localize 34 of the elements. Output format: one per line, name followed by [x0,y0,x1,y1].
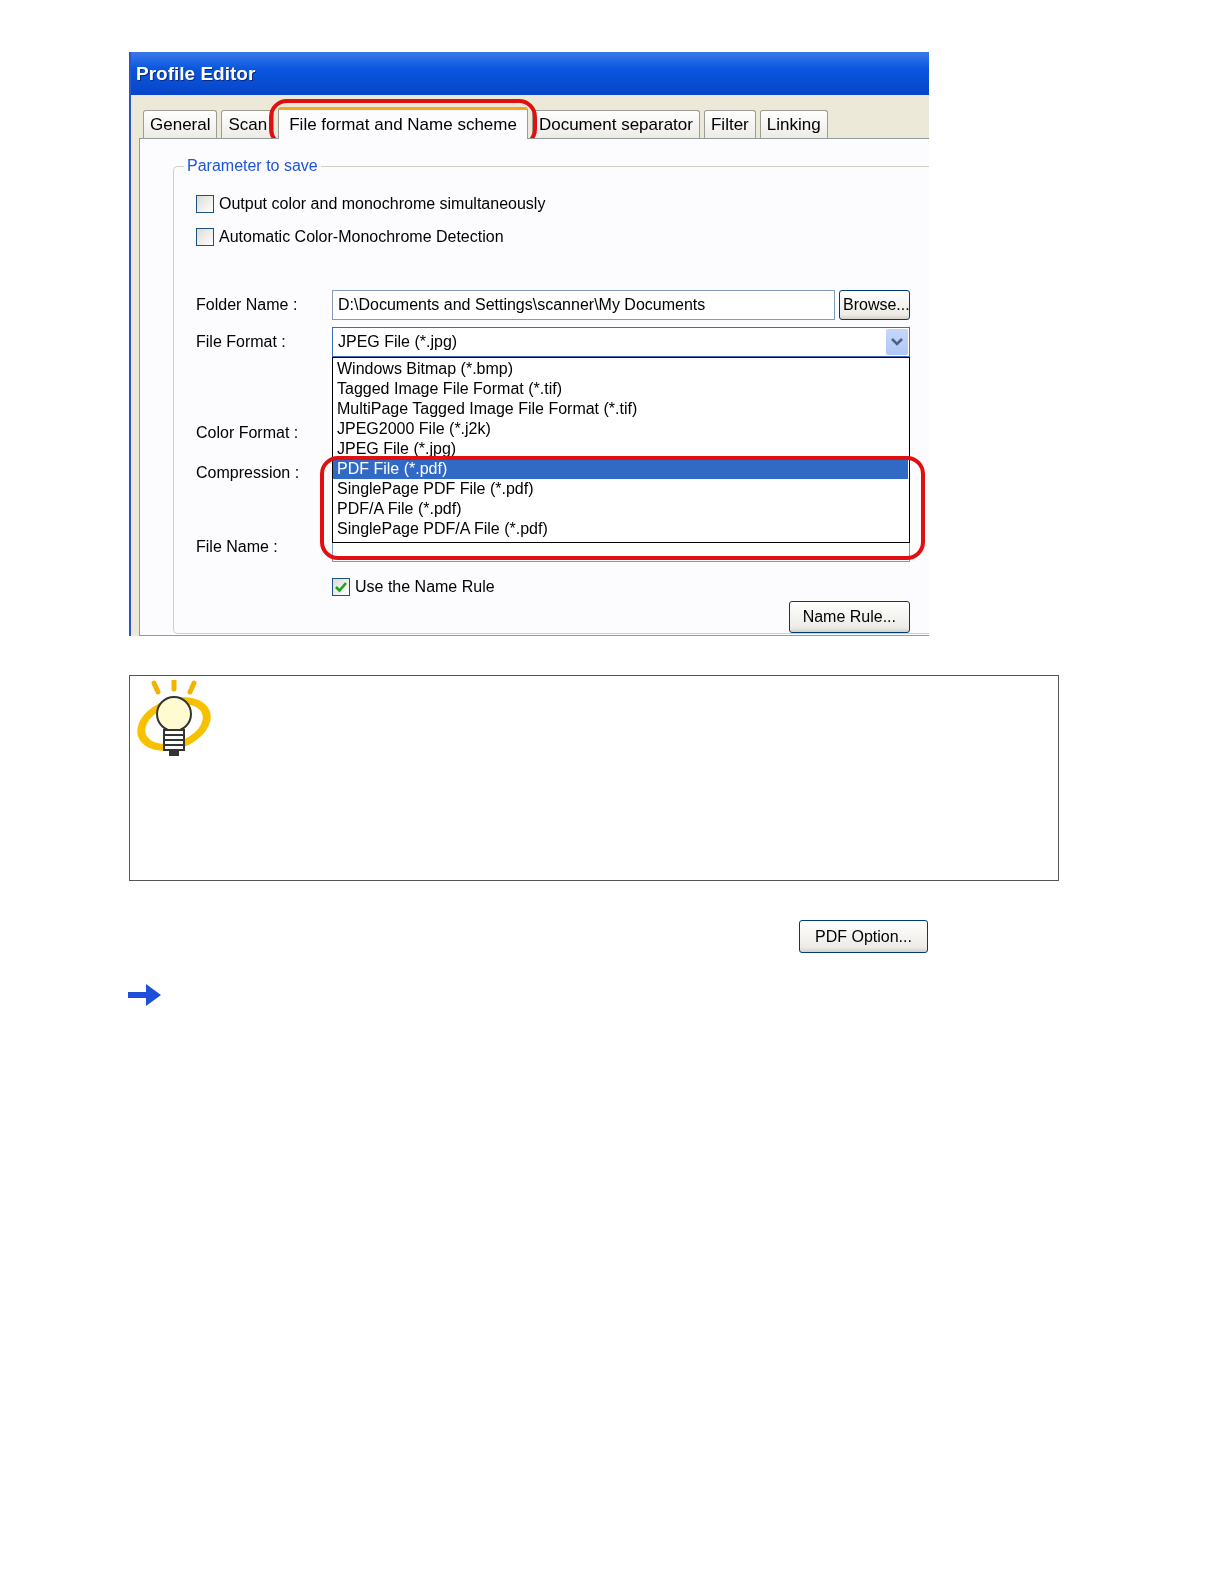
dropdown-option[interactable]: MultiPage Tagged Image File Format (*.tif) [333,399,909,419]
dropdown-option[interactable]: SinglePage PDF/A File (*.pdf) [333,519,909,539]
right-arrow-icon [128,983,161,1007]
window-title: Profile Editor [136,62,256,85]
tab[interactable]: Scan [221,110,275,138]
dropdown-option[interactable]: JPEG2000 File (*.j2k) [333,419,909,439]
field-label: Folder Name : [196,296,299,314]
checkbox-label: Use the Name Rule [355,577,495,596]
name-rule-button[interactable]: Name Rule... [788,601,910,633]
file-format-dropdown[interactable]: JPEG File (*.jpg) [332,327,910,357]
tab[interactable]: File format and Name scheme [278,107,528,139]
dropdown-option[interactable]: SinglePage PDF File (*.pdf) [333,479,909,499]
field-label: Color Format : [196,424,300,442]
dropdown-option[interactable]: Windows Bitmap (*.bmp) [333,359,909,379]
dropdown-value: JPEG File (*.jpg) [338,333,458,351]
dropdown-option[interactable]: PDF File (*.pdf) [333,459,908,479]
pdf-option-button[interactable]: PDF Option... [799,920,928,953]
folder-field[interactable]: D:\Documents and Settings\scanner\My Documents [332,290,835,320]
field-label: Compression : [196,464,301,482]
dropdown-option[interactable]: Tagged Image File Format (*.tif) [333,379,909,399]
field-label: File Name : [196,538,279,556]
tab[interactable]: Filter [703,110,756,138]
checkbox[interactable] [196,227,214,246]
tab[interactable]: Document separator [531,110,700,138]
browse-button[interactable]: Browse... [839,290,910,320]
dropdown-option[interactable]: PDF/A File (*.pdf) [333,499,909,519]
checkbox-label: Automatic Color-Monochrome Detection [219,227,504,246]
tab[interactable]: General [143,110,218,138]
chevron-down-icon[interactable] [886,329,908,355]
checkbox-label: Output color and monochrome simultaneously [219,194,546,213]
checkbox[interactable] [196,194,214,213]
checkbox[interactable] [332,577,350,596]
tab[interactable]: Linking [759,110,828,138]
field-label: File Format : [196,333,287,351]
